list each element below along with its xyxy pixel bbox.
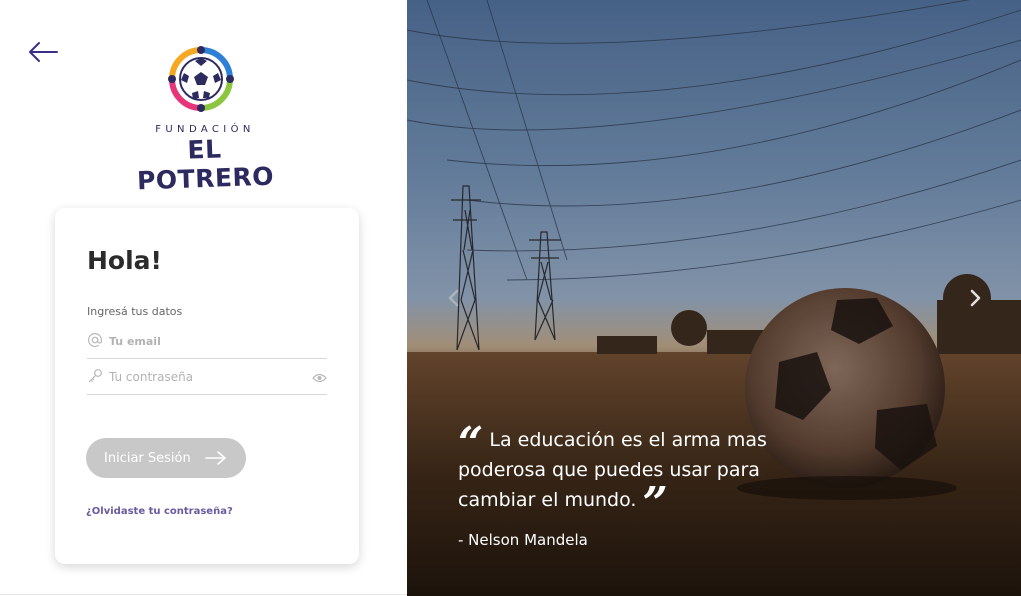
at-sign-icon: [88, 333, 102, 348]
email-field: [87, 323, 327, 359]
logo-main-text: EL POTRERO: [136, 134, 275, 196]
login-panel: FUNDACIÓN EL POTRERO Hola! Ingresá tus d…: [0, 0, 407, 596]
quote-block: “ La educación es el arma mas poderosa q…: [458, 422, 818, 526]
login-button-label: Iniciar Sesión: [104, 450, 191, 466]
back-button[interactable]: [27, 38, 61, 66]
login-button[interactable]: Iniciar Sesión: [86, 438, 246, 478]
arrow-left-icon: [29, 42, 58, 62]
quote-author: - Nelson Mandela: [458, 531, 588, 549]
key-icon: [88, 369, 102, 383]
greeting-heading: Hola!: [87, 246, 162, 275]
divider: [0, 594, 407, 595]
carousel-next-button[interactable]: [965, 287, 985, 309]
close-quote-icon: ”: [642, 478, 668, 529]
carousel-prev-button[interactable]: [444, 287, 464, 309]
quote-text: La educación es el arma mas poderosa que…: [458, 429, 767, 511]
password-field: [87, 359, 327, 395]
form-subtitle: Ingresá tus datos: [87, 305, 183, 318]
password-input[interactable]: [109, 364, 305, 390]
arrow-right-icon: [205, 451, 226, 465]
hero-carousel: “ La educación es el arma mas poderosa q…: [407, 0, 1021, 596]
email-input[interactable]: [109, 328, 305, 354]
soccer-ball-logo-icon: [168, 46, 234, 112]
eye-icon[interactable]: [312, 372, 327, 384]
forgot-password-link[interactable]: ¿Olvidaste tu contraseña?: [86, 506, 233, 517]
logo: FUNDACIÓN EL POTRERO: [120, 46, 290, 195]
login-card: Hola! Ingresá tus datos Iniciar Sesión: [55, 208, 359, 564]
